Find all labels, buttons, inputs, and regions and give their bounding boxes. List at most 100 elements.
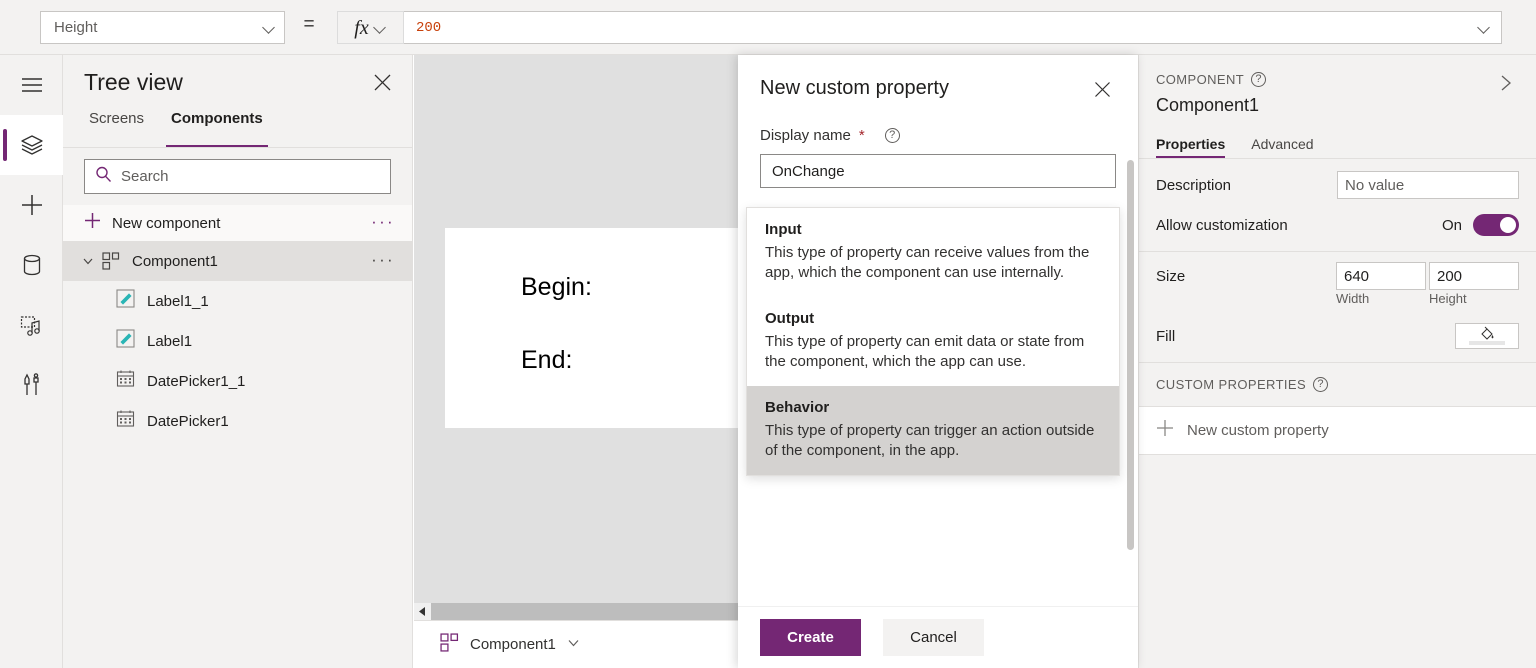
- fill-row: Fill: [1139, 316, 1536, 356]
- display-name-value: OnChange: [772, 163, 845, 180]
- tab-screens[interactable]: Screens: [84, 110, 149, 147]
- required-marker: *: [859, 127, 865, 144]
- collapse-panel-icon[interactable]: [1492, 69, 1520, 97]
- properties-panel: COMPONENT ? Component1 Properties Advanc…: [1138, 55, 1536, 668]
- tree-view-title: Tree view: [84, 69, 359, 96]
- width-value: 640: [1336, 262, 1426, 290]
- dropdown-option-description: This type of property can trigger an act…: [765, 421, 1101, 461]
- chevron-down-icon: [263, 21, 276, 34]
- cancel-button[interactable]: Cancel: [883, 619, 984, 656]
- formula-value: 200: [416, 20, 1478, 36]
- height-stepper[interactable]: 200 Height: [1429, 262, 1519, 308]
- dropdown-option-behavior[interactable]: Behavior This type of property can trigg…: [747, 386, 1119, 475]
- formula-bar: Height = fx 200: [0, 0, 1536, 55]
- fill-color-button[interactable]: [1455, 323, 1519, 349]
- tree-item-datepicker1_1[interactable]: DatePicker1_1: [63, 361, 412, 401]
- help-icon[interactable]: ?: [885, 128, 900, 143]
- overflow-menu-icon[interactable]: ···: [371, 213, 395, 234]
- plus-icon: [84, 212, 101, 234]
- formula-input[interactable]: 200: [404, 11, 1502, 44]
- search-placeholder: Search: [121, 168, 169, 185]
- dropdown-option-title: Input: [765, 221, 1101, 238]
- description-field[interactable]: No value: [1337, 171, 1519, 199]
- dropdown-option-output[interactable]: Output This type of property can emit da…: [747, 297, 1119, 386]
- chevron-down-icon[interactable]: [1478, 21, 1491, 34]
- tree-item-label: DatePicker1_1: [147, 373, 245, 390]
- description-row: Description No value: [1139, 165, 1536, 205]
- height-caption: Height: [1429, 291, 1467, 306]
- allow-customization-toggle-wrap: On: [1442, 214, 1519, 236]
- scroll-left-icon[interactable]: [414, 603, 431, 620]
- width-caption: Width: [1336, 291, 1369, 306]
- property-selector-dropdown[interactable]: Height: [40, 11, 285, 44]
- component-icon: [98, 252, 124, 270]
- left-icon-rail: [0, 55, 63, 668]
- label-icon: [116, 329, 135, 353]
- layers-icon: [20, 134, 44, 156]
- tree-item-component1[interactable]: Component1 ···: [63, 241, 412, 281]
- display-name-input[interactable]: OnChange: [760, 154, 1116, 188]
- close-icon[interactable]: [359, 60, 405, 106]
- tree-item-label1[interactable]: Label1: [63, 321, 412, 361]
- tab-advanced[interactable]: Advanced: [1251, 136, 1313, 158]
- help-icon[interactable]: ?: [1251, 72, 1266, 87]
- rail-item-menu[interactable]: [0, 55, 63, 115]
- tree-item-label1_1[interactable]: Label1_1: [63, 281, 412, 321]
- new-custom-property-dialog: New custom property Display name * ? OnC…: [738, 55, 1138, 668]
- size-label: Size: [1156, 262, 1333, 285]
- overflow-menu-icon[interactable]: ···: [371, 251, 395, 272]
- rail-item-insert[interactable]: [0, 175, 63, 235]
- tree-view-panel: Tree view Screens Components Search New …: [63, 55, 413, 668]
- description-value: No value: [1345, 177, 1404, 194]
- new-custom-property-button[interactable]: New custom property: [1139, 407, 1536, 455]
- width-stepper[interactable]: 640 Width: [1336, 262, 1426, 308]
- dialog-header: New custom property: [738, 55, 1138, 105]
- fx-icon: fx: [354, 18, 368, 38]
- tree-item-label: Label1_1: [147, 293, 209, 310]
- tree-view-header: Tree view: [63, 55, 412, 110]
- new-component-label: New component: [112, 215, 360, 232]
- tree-item-label: Component1: [124, 253, 371, 270]
- properties-group-general: Description No value Allow customization…: [1139, 159, 1536, 252]
- allow-customization-toggle[interactable]: [1473, 214, 1519, 236]
- display-name-label-row: Display name * ?: [760, 127, 1116, 144]
- fill-color-swatch: [1469, 341, 1505, 345]
- search-icon: [95, 166, 112, 188]
- rail-item-tree-view[interactable]: [0, 115, 63, 175]
- custom-properties-header-label: CUSTOM PROPERTIES: [1156, 377, 1306, 392]
- hamburger-icon: [21, 77, 43, 93]
- size-row: Size 640 Width 200 Height: [1139, 258, 1536, 316]
- height-value: 200: [1429, 262, 1519, 290]
- dialog-title: New custom property: [760, 77, 1086, 100]
- close-icon[interactable]: [1086, 73, 1118, 105]
- label-icon: [116, 289, 135, 313]
- allow-customization-label: Allow customization: [1156, 217, 1442, 234]
- chevron-down-icon: [374, 21, 387, 34]
- description-label: Description: [1156, 177, 1337, 194]
- canvas-label-end: End:: [521, 346, 572, 375]
- help-icon[interactable]: ?: [1313, 377, 1328, 392]
- fill-label: Fill: [1156, 328, 1455, 345]
- dropdown-option-description: This type of property can receive values…: [765, 243, 1101, 283]
- chevron-down-icon[interactable]: [567, 636, 580, 654]
- tab-properties[interactable]: Properties: [1156, 136, 1225, 158]
- rail-item-advanced-tools[interactable]: [0, 355, 63, 415]
- rail-item-data[interactable]: [0, 235, 63, 295]
- allow-customization-row: Allow customization On: [1139, 205, 1536, 245]
- dialog-scrollbar[interactable]: [1127, 160, 1134, 550]
- dropdown-option-description: This type of property can emit data or s…: [765, 332, 1101, 372]
- dropdown-option-title: Behavior: [765, 399, 1101, 416]
- search-input[interactable]: Search: [84, 159, 391, 194]
- tree-item-datepicker1[interactable]: DatePicker1: [63, 401, 412, 441]
- rail-item-media[interactable]: [0, 295, 63, 355]
- create-button[interactable]: Create: [760, 619, 861, 656]
- dropdown-option-input[interactable]: Input This type of property can receive …: [747, 208, 1119, 297]
- chevron-down-icon[interactable]: [78, 255, 98, 267]
- tab-components[interactable]: Components: [166, 110, 268, 147]
- canvas-label-begin: Begin:: [521, 273, 592, 302]
- properties-panel-kicker-label: COMPONENT: [1156, 72, 1244, 87]
- new-component-button[interactable]: New component ···: [63, 205, 412, 241]
- fx-button[interactable]: fx: [337, 11, 404, 44]
- tree-item-label: Label1: [147, 333, 192, 350]
- calendar-icon: [116, 369, 135, 393]
